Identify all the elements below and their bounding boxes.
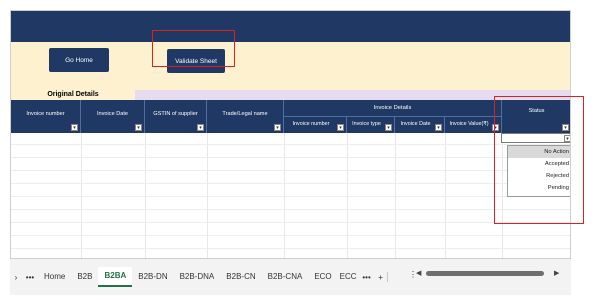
go-home-button[interactable]: Go Home bbox=[49, 48, 109, 72]
grid-line bbox=[11, 170, 570, 171]
filter-dropdown-icon[interactable]: ▾ bbox=[435, 124, 442, 131]
tab-b2b-dna[interactable]: B2B-DNA bbox=[174, 268, 221, 286]
col-invoice-date-sub-label: Invoice Date bbox=[400, 121, 431, 127]
highlight-status-box bbox=[494, 96, 584, 224]
col-invoice-number: Invoice number ▾ bbox=[11, 100, 81, 133]
grid-line bbox=[11, 235, 570, 236]
tab-b2b-dn[interactable]: B2B-DN bbox=[132, 268, 173, 286]
col-invoice-date-label: Invoice Date bbox=[96, 111, 129, 117]
scroll-left-icon[interactable]: ◀ bbox=[416, 268, 421, 280]
tab-eco[interactable]: ECO bbox=[308, 268, 337, 286]
data-grid[interactable] bbox=[11, 133, 570, 268]
invoice-details-header: Invoice Details bbox=[284, 100, 502, 116]
filter-dropdown-icon[interactable]: ▾ bbox=[71, 124, 78, 131]
filter-dropdown-icon[interactable]: ▾ bbox=[385, 124, 392, 131]
tab-b2b[interactable]: B2B bbox=[71, 268, 98, 286]
tab-b2ba[interactable]: B2BA bbox=[98, 267, 133, 287]
more-sheets-right-icon[interactable]: ••• bbox=[359, 273, 375, 282]
add-sheet-icon[interactable]: + bbox=[375, 273, 387, 282]
scroll-right-icon[interactable]: ▶ bbox=[554, 268, 559, 280]
horizontal-scrollbar[interactable]: ◀ ▶ bbox=[416, 268, 566, 280]
col-invoice-type: Invoice type ▾ bbox=[347, 116, 395, 133]
tab-home[interactable]: Home bbox=[38, 268, 71, 286]
next-sheet-icon[interactable]: › bbox=[10, 273, 22, 282]
filter-dropdown-icon[interactable]: ▾ bbox=[274, 124, 281, 131]
grid-line bbox=[11, 209, 570, 210]
grid-line bbox=[11, 222, 570, 223]
col-invoice-number-sub-label: Invoice number bbox=[292, 121, 330, 127]
grid-line bbox=[11, 183, 570, 184]
tab-ecc[interactable]: ECC bbox=[338, 268, 359, 286]
filter-dropdown-icon[interactable]: ▾ bbox=[135, 124, 142, 131]
col-invoice-value-label: Invoice Value(₹) bbox=[449, 121, 489, 127]
sheet-tabs: › ••• Home B2B B2BA B2B-DN B2B-DNA B2B-C… bbox=[10, 266, 388, 288]
tab-divider bbox=[386, 272, 388, 282]
col-invoice-type-label: Invoice type bbox=[352, 121, 381, 127]
col-invoice-number-label: Invoice number bbox=[26, 111, 65, 117]
col-gstin-supplier-label: GSTIN of supplier bbox=[153, 111, 198, 117]
col-gstin-supplier: GSTIN of supplier ▾ bbox=[145, 100, 207, 133]
filter-dropdown-icon[interactable]: ▾ bbox=[337, 124, 344, 131]
spreadsheet-window: Go Home Validate Sheet Original Details … bbox=[10, 10, 571, 294]
filter-dropdown-icon[interactable]: ▾ bbox=[197, 124, 204, 131]
scroll-thumb[interactable] bbox=[426, 271, 544, 276]
top-banner bbox=[11, 11, 570, 42]
more-sheets-left-icon[interactable]: ••• bbox=[22, 273, 38, 282]
col-trade-legal-name: Trade/Legal name ▾ bbox=[207, 100, 284, 133]
tab-b2b-cna[interactable]: B2B-CNA bbox=[262, 268, 309, 286]
grid-line bbox=[11, 144, 570, 145]
tab-b2b-cn[interactable]: B2B-CN bbox=[220, 268, 261, 286]
grid-line bbox=[11, 157, 570, 158]
grid-line bbox=[11, 196, 570, 197]
col-invoice-date: Invoice Date ▾ bbox=[81, 100, 145, 133]
grid-line bbox=[11, 248, 570, 249]
col-invoice-number-sub: Invoice number ▾ bbox=[284, 116, 347, 133]
col-trade-legal-name-label: Trade/Legal name bbox=[222, 111, 268, 117]
highlight-validate-box bbox=[152, 30, 235, 67]
col-invoice-date-sub: Invoice Date ▾ bbox=[395, 116, 445, 133]
